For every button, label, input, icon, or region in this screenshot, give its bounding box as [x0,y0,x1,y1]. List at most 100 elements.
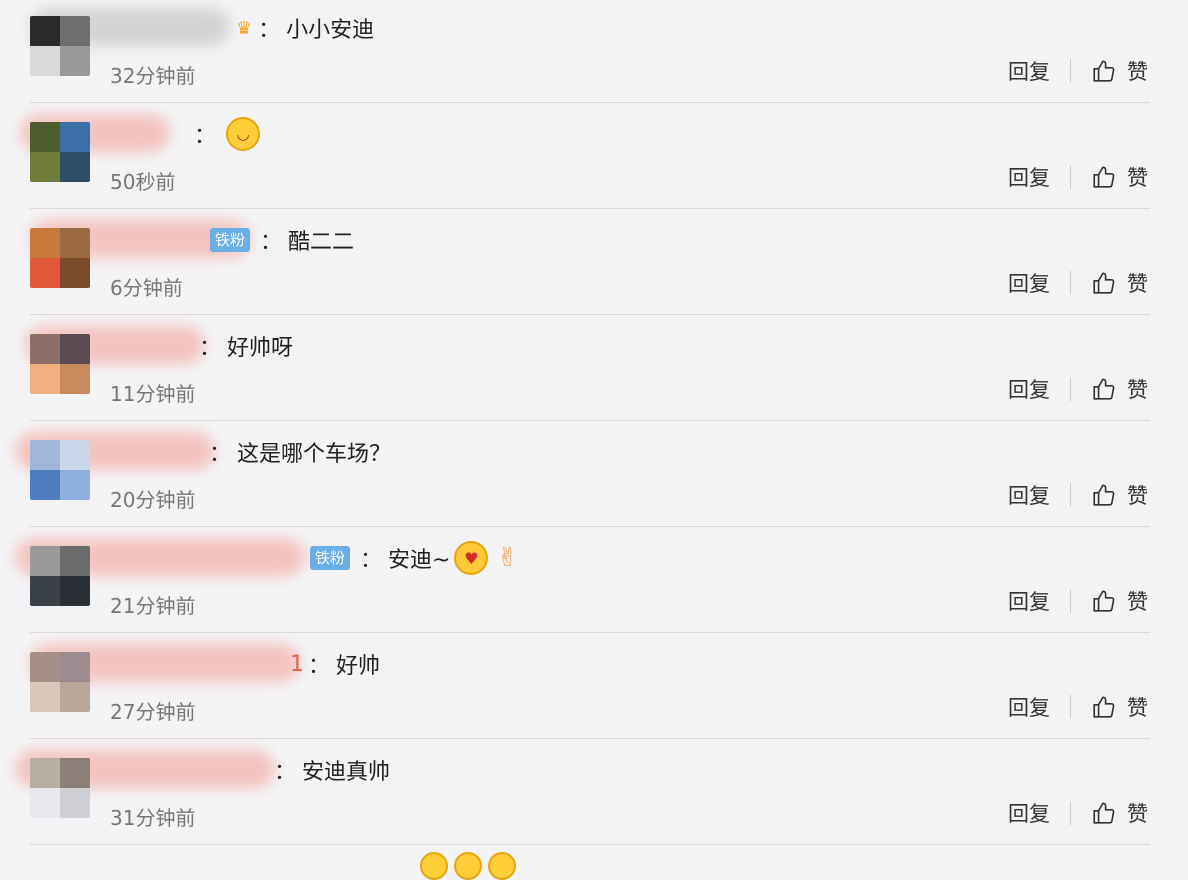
colon-separator: ： [260,230,283,255]
action-divider [1070,589,1071,613]
thumbs-up-icon [1091,58,1127,84]
comment-time: 27分钟前 [110,700,196,724]
comment-divider [30,314,1150,315]
comment-text: 小小安迪 [286,18,375,43]
comment-time: 20分钟前 [110,488,196,512]
like-label: 赞 [1127,272,1148,296]
like-label: 赞 [1127,696,1148,720]
comment-line: 铁粉 ：安迪~ ♥ ✌ [110,541,522,575]
colon-separator: ： [199,336,222,361]
like-label: 赞 [1127,484,1148,508]
username-link[interactable] [110,122,190,147]
like-button[interactable]: 赞 [1091,374,1148,404]
reply-button[interactable]: 回复 [1008,798,1050,828]
avatar[interactable] [30,758,90,818]
comment-divider [30,420,1150,421]
colon-separator: ： [360,548,383,573]
avatar[interactable] [30,122,90,182]
colon-separator: ： [308,654,331,679]
reply-button[interactable]: 回复 [1008,268,1050,298]
comment-item: ♛：小小安迪 32分钟前 回复 赞 [0,0,1188,106]
like-label: 赞 [1127,166,1148,190]
like-label: 赞 [1127,590,1148,614]
reply-button[interactable]: 回复 [1008,56,1050,86]
kiss-emoji-icon: ♥ [454,541,489,575]
reply-button[interactable]: 回复 [1008,692,1050,722]
like-button[interactable]: 赞 [1091,56,1148,86]
action-divider [1070,483,1071,507]
comment-line: ：好帅呀 [110,330,293,362]
username-link[interactable] [110,758,270,783]
comment-divider [30,738,1150,739]
laughing-emoji-icon: ◡ [226,117,261,151]
action-divider [1070,695,1071,719]
like-button[interactable]: 赞 [1091,162,1148,192]
comment-item: 铁粉 ：安迪~ ♥ ✌ 21分钟前 回复 赞 [0,530,1188,636]
comment-divider [30,102,1150,103]
comment-time: 50秒前 [110,170,176,194]
avatar[interactable] [30,228,90,288]
comment-text: 安迪真帅 [302,760,391,785]
reply-button[interactable]: 回复 [1008,586,1050,616]
comment-divider [30,526,1150,527]
comment-time: 21分钟前 [110,594,196,618]
like-button[interactable]: 赞 [1091,798,1148,828]
reply-button[interactable]: 回复 [1008,162,1050,192]
comment-item: ：好帅呀 11分钟前 回复 赞 [0,318,1188,424]
colon-separator: ： [194,124,217,149]
reply-button[interactable]: 回复 [1008,480,1050,510]
comment-item: 1：好帅 27分钟前 回复 赞 [0,636,1188,742]
comment-time: 32分钟前 [110,64,196,88]
comment-actions: 回复 赞 [1008,692,1148,722]
action-divider [1070,377,1071,401]
like-button[interactable]: 赞 [1091,692,1148,722]
comment-text: 这是哪个车场？ [237,442,392,467]
comment-item: ： ◡ 50秒前 回复 赞 [0,106,1188,212]
username-link[interactable] [110,334,195,359]
reply-button[interactable]: 回复 [1008,374,1050,404]
comment-actions: 回复 赞 [1008,480,1148,510]
like-button[interactable]: 赞 [1091,586,1148,616]
next-comment-emojis [420,852,516,880]
comment-actions: 回复 赞 [1008,56,1148,86]
colon-separator: ： [209,442,232,467]
comment-line: 铁粉 ：酷二二 [110,224,354,256]
vip-crown-icon: ♛ [236,17,253,39]
username-link[interactable]: 1 [110,652,304,677]
comment-time: 6分钟前 [110,276,183,300]
thumbs-up-icon [1091,694,1127,720]
like-label: 赞 [1127,378,1148,402]
comment-time: 31分钟前 [110,806,196,830]
username-visible-part: 1 [290,651,304,677]
fan-badge[interactable]: 铁粉 [310,546,351,570]
comment-divider [30,632,1150,633]
thumbs-up-icon [1091,588,1127,614]
username-link[interactable] [110,16,230,41]
avatar[interactable] [30,334,90,394]
username-link[interactable] [110,228,200,253]
thumbs-up-icon [1091,482,1127,508]
avatar[interactable] [30,440,90,500]
action-divider [1070,271,1071,295]
avatar[interactable] [30,16,90,76]
avatar[interactable] [30,546,90,606]
like-button[interactable]: 赞 [1091,480,1148,510]
comment-actions: 回复 赞 [1008,586,1148,616]
action-divider [1070,165,1071,189]
comment-text: 酷二二 [288,230,355,255]
comment-actions: 回复 赞 [1008,374,1148,404]
comment-item: 铁粉 ：酷二二 6分钟前 回复 赞 [0,212,1188,318]
comment-actions: 回复 赞 [1008,162,1148,192]
fan-badge[interactable]: 铁粉 [210,228,251,252]
action-divider [1070,59,1071,83]
like-label: 赞 [1127,60,1148,84]
like-button[interactable]: 赞 [1091,268,1148,298]
username-link[interactable] [110,440,205,465]
colon-separator: ： [258,18,281,43]
emoji-icon [488,852,516,880]
comment-text: 好帅呀 [227,336,294,361]
comment-time: 11分钟前 [110,382,196,406]
avatar[interactable] [30,652,90,712]
username-link[interactable] [110,546,300,571]
emoji-icon [420,852,448,880]
